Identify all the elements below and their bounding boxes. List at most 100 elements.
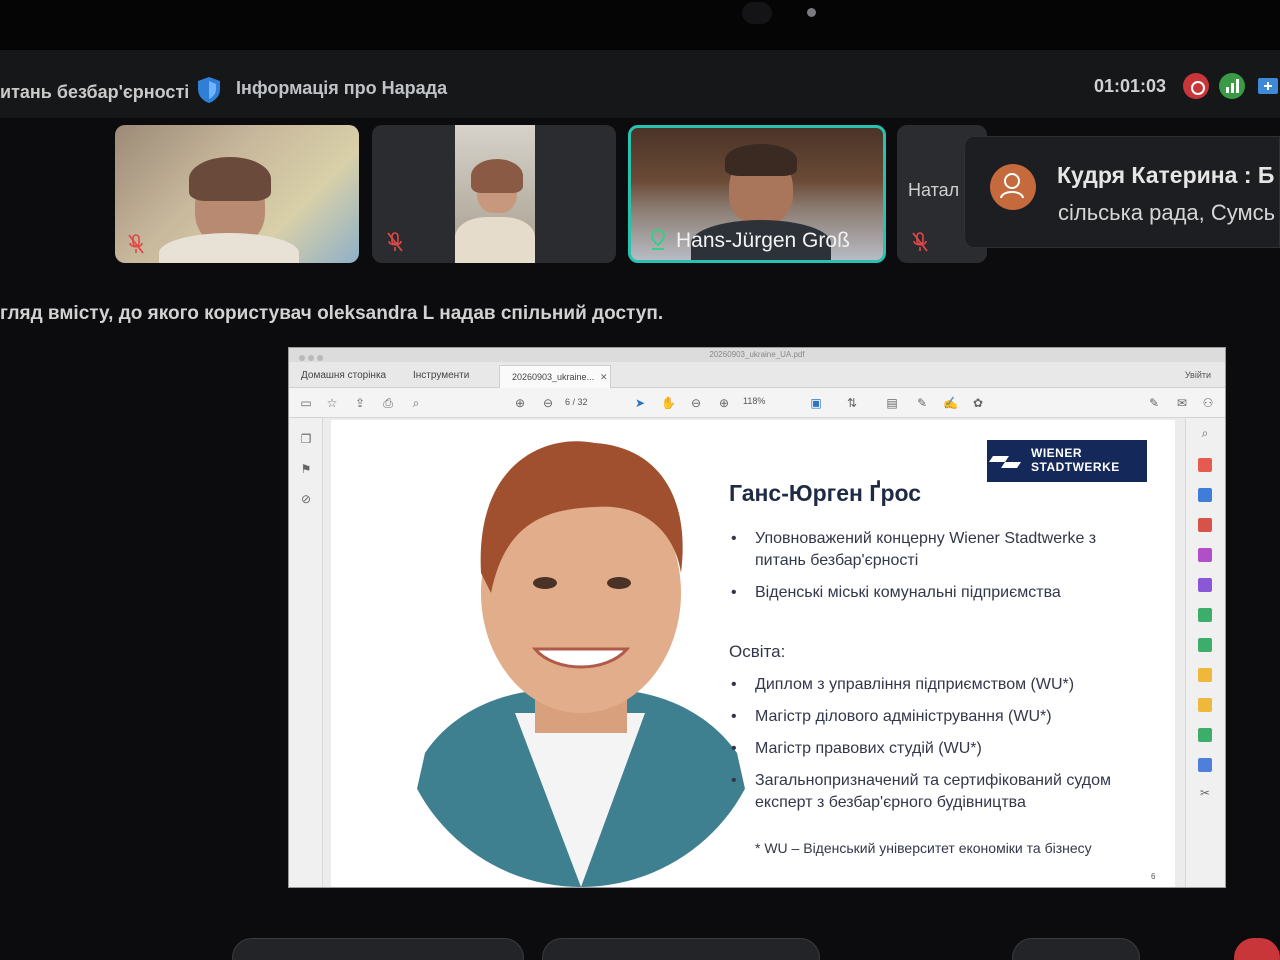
join-notification[interactable]: Кудря Катерина : Б сільська рада, Сумсь [964,136,1280,248]
slide-heading: Ганс-Юрген Ґрос [729,480,922,506]
page-total: / 32 [572,397,588,407]
pdf-tab-bar: Домашня сторінка Інструменти 20260903_uk… [289,362,1225,388]
tab-tools[interactable]: Інструменти [413,370,469,381]
hand-icon[interactable]: ✋ [661,396,676,410]
meeting-timer: 01:01:03 [1094,76,1167,96]
pdf-toolbar: ▭ ☆ ⇪ ⎙ ⌕ ⊕ ⊖ 6 / 32 ➤ ✋ ⊖ ⊕ 118% ▣ ⇅ ▤ … [289,388,1225,418]
webcam-lens [807,8,816,17]
scroll-mode-icon[interactable]: ⇅ [845,396,859,410]
logo-line-1: WIENER [1031,446,1082,460]
pdf-title-bar: 20260903_ukraine_UA.pdf [289,348,1225,362]
logo-text: WIENER STADTWERKE [1031,446,1120,474]
print-tool-icon[interactable] [1198,728,1212,742]
footnote: * WU – Віденський університет економіки … [755,840,1092,856]
leave-button[interactable] [1234,938,1280,960]
participant-hair [471,159,523,193]
bottom-control-bar[interactable] [542,938,820,960]
mic-off-icon [128,234,144,254]
notification-title: Кудря Катерина : Б [1057,162,1275,188]
bookmark-icon[interactable]: ⚑ [299,462,313,476]
more-tools-icon[interactable]: ✂ [1198,786,1212,800]
participant-name: Натал [908,180,960,200]
list-item: Загальнопризначений та сертифікований су… [729,770,1149,814]
wiener-stadtwerke-logo: WIENER STADTWERKE [987,440,1147,482]
education-list: Диплом з управління підприємством (WU*) … [729,674,1149,824]
user-avatar [990,164,1036,210]
bottom-control-bar[interactable] [1012,938,1140,960]
zoom-out-icon[interactable]: ⊖ [689,396,703,410]
tab-document[interactable]: 20260903_ukraine... ✕ [499,365,611,388]
list-item: Диплом з управління підприємством (WU*) [729,674,1149,696]
participant-tile[interactable] [115,125,359,263]
list-item: Уповноважений концерну Wiener Stadtwerke… [729,528,1149,572]
share-screen-icon[interactable] [1256,70,1280,100]
list-item: Віденські міські комунальні підприємства [729,582,1149,604]
mail-icon[interactable]: ✉ [1175,396,1189,410]
speaker-portrait [395,423,767,887]
zoom-in-icon[interactable]: ⊕ [717,396,731,410]
user-icon [1000,173,1024,199]
sign-icon[interactable]: ✍ [943,396,958,410]
upload-icon[interactable]: ⇪ [353,396,367,410]
page-current: 6 [565,397,571,407]
participant-tile[interactable] [372,125,616,263]
participant-shoulders [455,217,535,263]
share-caption: гляд вмісту, до якого користувач oleksan… [0,303,664,324]
comment-tool-icon[interactable] [1198,668,1212,682]
stamp-icon[interactable]: ✿ [971,396,985,410]
sign-in-link[interactable]: Увійти [1185,370,1211,380]
recording-icon[interactable] [1183,73,1209,99]
list-item: Магістр ділового адміністрування (WU*) [729,706,1149,728]
edit-pdf-icon[interactable] [1198,518,1212,532]
close-icon[interactable]: ✕ [600,372,608,383]
participant-name: Hans-Jürgen Groß [676,229,850,252]
participant-hair [725,144,797,176]
stamp-tool-icon[interactable] [1198,698,1212,712]
webcam-housing [742,2,772,24]
zoom-tool-icon[interactable]: ⌕ [1198,426,1212,440]
create-pdf-icon[interactable] [1198,488,1212,502]
share-user-icon[interactable]: ⚇ [1201,396,1215,410]
participant-hair [189,157,271,201]
export-pdf-icon[interactable] [1198,458,1212,472]
connection-quality-icon[interactable] [1219,73,1245,99]
meeting-info-link[interactable]: Інформація про Нарада [236,78,447,99]
combine-files-icon[interactable] [1198,548,1212,562]
page-up-icon[interactable]: ⊕ [513,396,527,410]
page-down-icon[interactable]: ⊖ [541,396,555,410]
pen-icon[interactable]: ✎ [915,396,929,410]
protect-icon[interactable] [1198,758,1212,772]
star-icon[interactable]: ☆ [325,396,339,410]
save-icon[interactable]: ▭ [299,396,313,410]
pdf-page: WIENER STADTWERKE Ганс-Юрген Ґрос Уповно… [331,420,1175,887]
screen-bezel [0,0,1280,50]
fill-sign-icon[interactable] [1198,578,1212,592]
print-icon[interactable]: ⎙ [381,396,395,410]
list-item: Магістр правових студій (WU*) [729,738,1149,760]
shared-pdf-viewer[interactable]: 20260903_ukraine_UA.pdf Домашня сторінка… [288,347,1226,888]
logo-line-2: STADTWERKE [1031,460,1120,474]
comment-icon[interactable]: ▤ [885,396,899,410]
participant-video [455,125,535,263]
organize-pages-icon[interactable] [1198,608,1212,622]
attachment-icon[interactable]: ⊘ [299,492,313,506]
compress-icon[interactable] [1198,638,1212,652]
tab-document-label: 20260903_ukraine... [512,372,595,382]
fit-page-icon[interactable]: ▣ [809,396,823,410]
participant-shoulders [159,233,299,263]
slide-page-number: 6 [1151,872,1156,881]
zoom-select[interactable]: 118% [743,396,787,410]
logo-mark [989,456,1021,468]
pdf-window-title: 20260903_ukraine_UA.pdf [709,350,805,359]
mic-off-icon [387,232,403,252]
bottom-control-bar[interactable] [232,938,524,960]
edit-icon[interactable]: ✎ [1147,396,1161,410]
shield-icon [198,77,220,103]
pdf-right-panel: ⌕ ✂ [1185,418,1225,887]
select-cursor-icon[interactable]: ➤ [633,396,647,410]
tab-home[interactable]: Домашня сторінка [301,370,386,381]
search-icon[interactable]: ⌕ [409,396,423,410]
location-pin-icon [651,229,665,250]
pages-icon[interactable]: ❐ [299,432,313,446]
page-indicator[interactable]: 6 / 32 [565,397,588,407]
